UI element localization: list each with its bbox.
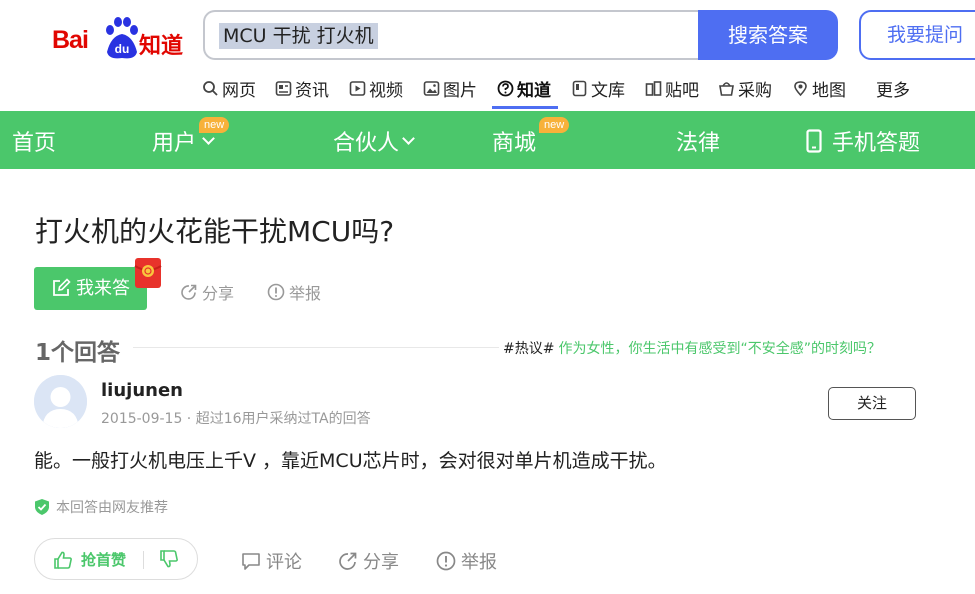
answer-report-button[interactable]: 举报 bbox=[436, 548, 497, 574]
report-icon bbox=[436, 551, 456, 571]
hot-topic-link[interactable]: 作为女性，你生活中有感受到“不安全感”的时刻吗？ bbox=[558, 341, 881, 357]
search-input[interactable]: MCU 干扰 打火机 bbox=[219, 23, 378, 49]
avatar[interactable] bbox=[34, 375, 87, 428]
question-title: 打火机的火花能干扰MCU吗? bbox=[35, 215, 395, 248]
menu-item-users[interactable]: 用户 new bbox=[152, 117, 230, 157]
downvote-button[interactable] bbox=[159, 549, 179, 573]
video-icon bbox=[349, 81, 366, 96]
red-packet-icon bbox=[134, 258, 162, 288]
phone-icon bbox=[806, 129, 822, 153]
thumbs-down-icon bbox=[160, 550, 178, 568]
menu-item-mall[interactable]: 商城 new bbox=[492, 117, 570, 157]
nav-item-tieba[interactable]: 贴吧 bbox=[645, 76, 699, 101]
section-divider bbox=[133, 347, 499, 348]
zhidao-menu-bar: 首页 用户 new 合伙人 商城 new 法律 手机答题 bbox=[0, 111, 975, 169]
ask-question-button[interactable]: 我要提问 bbox=[859, 10, 975, 60]
nav-active-underline bbox=[492, 106, 558, 109]
nav-item-wenku[interactable]: 文库 bbox=[571, 76, 625, 101]
answer-meta: 2015-09-15 · 超过16用户采纳过TA的回答 bbox=[101, 411, 371, 427]
hot-tag: #热议# bbox=[503, 341, 555, 357]
nav-item-zhidao[interactable]: 知道 bbox=[497, 76, 551, 101]
answer-share-button[interactable]: 分享 bbox=[338, 548, 399, 574]
paw-logo-icon: du bbox=[106, 17, 138, 59]
news-icon bbox=[275, 81, 292, 96]
comment-button[interactable]: 评论 bbox=[241, 548, 302, 574]
answerer-name[interactable]: liujunen bbox=[101, 380, 183, 401]
tieba-icon bbox=[645, 81, 662, 96]
nav-item-video[interactable]: 视频 bbox=[349, 76, 403, 101]
nav-item-purchase[interactable]: 采购 bbox=[718, 76, 772, 101]
menu-item-partners[interactable]: 合伙人 bbox=[333, 125, 415, 157]
nav-item-web[interactable]: 网页 bbox=[202, 76, 256, 101]
nav-item-map[interactable]: 地图 bbox=[792, 76, 846, 101]
search-icon bbox=[203, 81, 218, 96]
default-avatar-icon bbox=[34, 375, 87, 428]
shield-check-icon bbox=[35, 499, 49, 515]
doc-icon bbox=[572, 80, 587, 97]
map-pin-icon bbox=[794, 81, 807, 97]
recommend-note: 本回答由网友推荐 bbox=[34, 497, 168, 517]
header: Bai du 知道 MCU 干扰 打火机 搜索答案 我要提问 网页 资讯 视频 bbox=[0, 0, 975, 111]
menu-item-law[interactable]: 法律 bbox=[676, 125, 720, 157]
menu-item-home[interactable]: 首页 bbox=[12, 125, 56, 157]
vote-group: 抢首赞 bbox=[34, 538, 198, 580]
upvote-button[interactable]: 抢首赞 bbox=[53, 549, 126, 570]
logo-bai: Bai bbox=[52, 26, 89, 54]
answers-count: 1个回答 bbox=[35, 340, 121, 366]
logo-du: du bbox=[115, 42, 130, 56]
menu-item-mobile-answer[interactable]: 手机答题 bbox=[806, 125, 920, 157]
share-icon bbox=[339, 552, 357, 570]
edit-icon bbox=[53, 278, 71, 296]
share-icon bbox=[181, 284, 197, 300]
new-badge: new bbox=[539, 117, 570, 133]
question-report[interactable]: 举报 bbox=[267, 280, 321, 304]
new-badge: new bbox=[199, 117, 230, 133]
nav-item-images[interactable]: 图片 bbox=[423, 76, 477, 101]
search-button[interactable]: 搜索答案 bbox=[698, 10, 838, 60]
chevron-down-icon bbox=[202, 131, 215, 145]
question-icon bbox=[497, 80, 514, 97]
search-box[interactable]: MCU 干扰 打火机 bbox=[203, 10, 703, 60]
nav-item-more[interactable]: 更多 bbox=[876, 76, 910, 101]
follow-button[interactable]: 关注 bbox=[828, 387, 916, 420]
basket-icon bbox=[719, 82, 734, 96]
thumbs-up-icon bbox=[54, 551, 72, 569]
vote-separator bbox=[143, 551, 144, 569]
question-share[interactable]: 分享 bbox=[180, 280, 234, 304]
report-icon bbox=[267, 283, 285, 301]
answer-button[interactable]: 我来答 bbox=[34, 267, 147, 310]
comment-icon bbox=[242, 553, 260, 570]
image-icon bbox=[423, 81, 440, 96]
hot-topic[interactable]: #热议# 作为女性，你生活中有感受到“不安全感”的时刻吗？ bbox=[503, 338, 881, 358]
logo-zhidao: 知道 bbox=[139, 34, 184, 59]
answer-text: 能。一般打火机电压上千V ，靠近MCU芯片时，会对很对单片机造成干扰。 bbox=[34, 450, 667, 472]
chevron-down-icon bbox=[402, 131, 415, 145]
nav-item-news[interactable]: 资讯 bbox=[275, 76, 329, 101]
baidu-zhidao-logo[interactable]: Bai du 知道 bbox=[52, 16, 187, 60]
